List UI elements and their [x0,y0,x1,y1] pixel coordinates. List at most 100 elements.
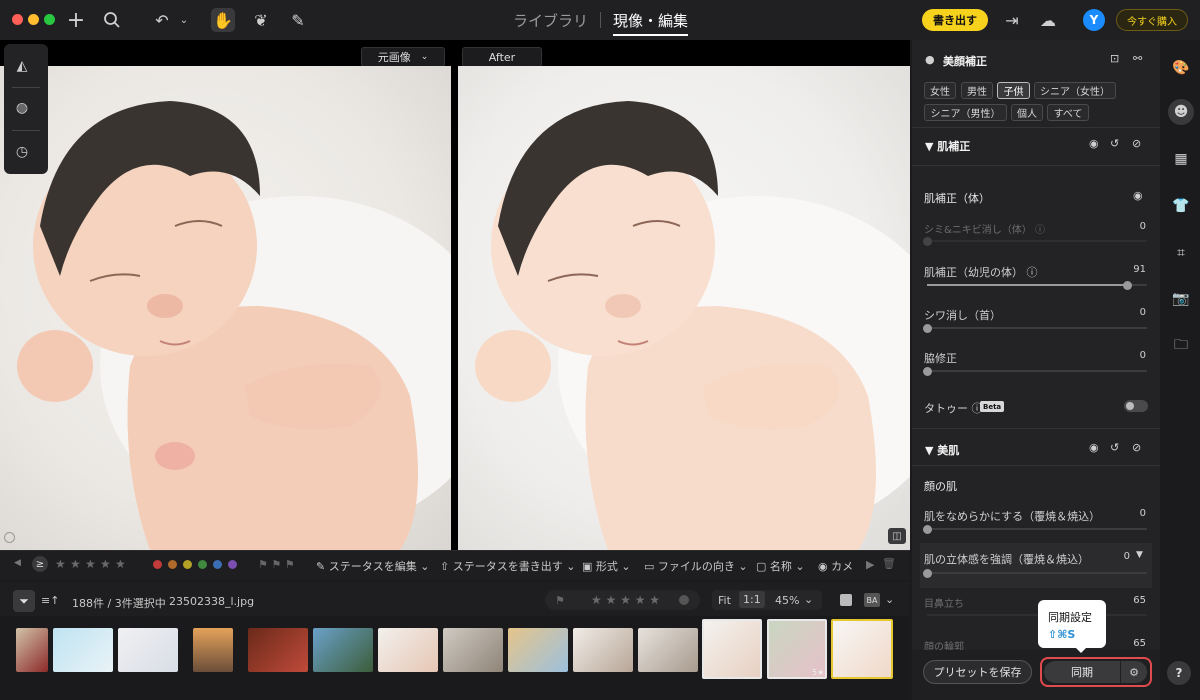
before-view-select[interactable]: 元画像 ⌄ [361,47,445,67]
thumbnail[interactable] [248,628,308,672]
edit-status-filter[interactable]: ✎ ステータスを編集 ⌄ [316,558,429,574]
slider-spot-removal[interactable] [923,237,1147,246]
zoom-1to1-button[interactable]: 1:1 [739,591,765,608]
sync-button[interactable]: 同期 [1044,661,1120,683]
chip-senior-male[interactable]: シニア（男性） [924,104,1007,121]
thumbnail[interactable] [313,628,373,672]
flag-icon[interactable]: ⚑ ⚑ ⚑ [258,558,295,571]
slider-dimension[interactable] [923,569,1147,578]
chip-all[interactable]: すべて [1047,104,1089,121]
slider-knob[interactable] [923,367,932,376]
star-icon[interactable]: ★ [55,557,66,571]
slider-infant-skin[interactable] [927,281,1147,290]
chevron-down-icon[interactable]: ⌄ [804,593,813,606]
chip-female[interactable]: 女性 [924,82,956,99]
star-icon[interactable]: ★ [70,557,81,571]
chip-male[interactable]: 男性 [961,82,993,99]
sort-icon[interactable]: ≡↑ [41,594,59,607]
palette-icon[interactable]: 🎨 [1168,55,1194,81]
face-retouch-icon[interactable]: ☻ [1168,99,1194,125]
thumbnail[interactable] [193,628,233,672]
zoom-fit-button[interactable]: Fit [718,594,731,607]
hand-tool-icon[interactable]: ✋ [211,8,235,32]
label-color-orange[interactable] [168,560,177,569]
crop-icon[interactable]: ⌗ [1168,240,1194,266]
visibility-icon[interactable]: ◉ [1089,137,1099,150]
search-icon[interactable] [100,8,124,32]
ai-adjust-icon[interactable]: ◭ [10,54,34,78]
history-icon[interactable]: ◷ [10,140,34,164]
rating-filter-icon[interactable]: ≥ [32,556,48,572]
folder-view-icon[interactable]: 🗀 [1168,333,1194,359]
disable-icon[interactable]: ⊘ [1132,137,1141,150]
slider-features[interactable] [927,614,1147,616]
label-color-purple[interactable] [228,560,237,569]
add-icon[interactable]: + [64,8,88,33]
label-color-green[interactable] [198,560,207,569]
thumbnail[interactable] [443,628,503,672]
thumbnail-selected[interactable] [702,619,762,679]
thumbnail[interactable] [573,628,633,672]
zoom-percent-select[interactable]: 45% [775,594,799,607]
format-filter[interactable]: ▣ 形式 ⌄ [582,558,631,574]
label-color-red[interactable] [153,560,162,569]
sync-settings-icon[interactable]: ⚙ [1121,661,1147,683]
slider-neck-wrinkle[interactable] [923,324,1147,333]
chip-child[interactable]: 子供 [997,82,1030,99]
chip-senior-female[interactable]: シニア（女性） [1034,82,1116,99]
star-rating[interactable]: ★ ★ ★ ★ ★ [591,593,660,607]
slider-knob[interactable] [923,569,932,578]
thumbnail[interactable] [638,628,698,672]
before-after-icon[interactable]: BA [864,593,880,607]
tab-develop-edit[interactable]: 現像・編集 [613,10,689,36]
chip-individual[interactable]: 個人 [1011,104,1043,121]
brush-tool-icon[interactable]: ❦ [249,8,273,32]
orientation-filter[interactable]: ▭ ファイルの向き ⌄ [644,558,748,574]
minimize-window-button[interactable] [28,14,39,25]
help-button[interactable]: ? [1167,661,1191,685]
close-window-button[interactable] [12,14,23,25]
reset-icon[interactable]: ↺ [1110,137,1119,150]
label-color-blue[interactable] [213,560,222,569]
chevron-down-icon[interactable]: ⌄ [885,593,894,606]
color-grid-icon[interactable]: ▦ [1168,146,1194,172]
thumbnail[interactable] [378,628,438,672]
star-icon[interactable]: ★ [115,557,126,571]
zoom-window-button[interactable] [44,14,55,25]
info-icon[interactable] [4,532,15,543]
clothing-icon[interactable]: 👕 [1168,193,1194,219]
bandage-tool-icon[interactable]: ✎ [286,8,310,32]
flag-icon[interactable]: ⚑ [555,594,565,607]
section-skin-toggle[interactable]: ▼ 肌補正 [925,138,970,154]
trash-icon[interactable]: 🗑 [882,557,896,570]
camera-filter[interactable]: ◉ カメ [818,558,853,574]
slider-smooth-skin[interactable] [923,525,1147,534]
panel-toggle-icon[interactable]: ⇥ [1000,8,1024,32]
slider-knob[interactable] [923,237,932,246]
save-preset-button[interactable]: プリセットを保存 [923,660,1032,684]
reset-icon[interactable]: ↺ [1110,441,1119,454]
thumbnail[interactable] [53,628,113,672]
single-view-icon[interactable] [840,594,852,606]
star-icon[interactable]: ★ [100,557,111,571]
buy-now-button[interactable]: 今すぐ購入 [1116,9,1188,31]
camera-icon[interactable]: 📷 [1168,286,1194,312]
disable-icon[interactable]: ⊘ [1132,441,1141,454]
link-icon[interactable]: ⚯ [1133,52,1142,65]
scroll-right-icon[interactable]: ▶ [866,558,874,571]
scroll-left-icon[interactable]: ◀ [14,558,21,568]
export-button[interactable]: 書き出す [922,9,988,31]
slider-knob[interactable] [923,525,932,534]
section-beauty-toggle[interactable]: ▼ 美肌 [925,442,959,458]
visibility-icon[interactable]: ◉ [1133,189,1143,202]
visibility-icon[interactable]: ◉ [1089,441,1099,454]
label-color-yellow[interactable] [183,560,192,569]
name-filter[interactable]: ▢ 名称 ⌄ [756,558,805,574]
thumbnail-current[interactable] [831,619,893,679]
tab-library[interactable]: ライブラリ [513,10,588,31]
cloud-icon[interactable]: ☁ [1036,8,1060,32]
mask-icon[interactable]: ◍ [10,96,34,120]
thumbnail[interactable] [16,628,48,672]
thumbnail[interactable] [508,628,568,672]
undo-icon[interactable]: ↶ [150,8,174,32]
